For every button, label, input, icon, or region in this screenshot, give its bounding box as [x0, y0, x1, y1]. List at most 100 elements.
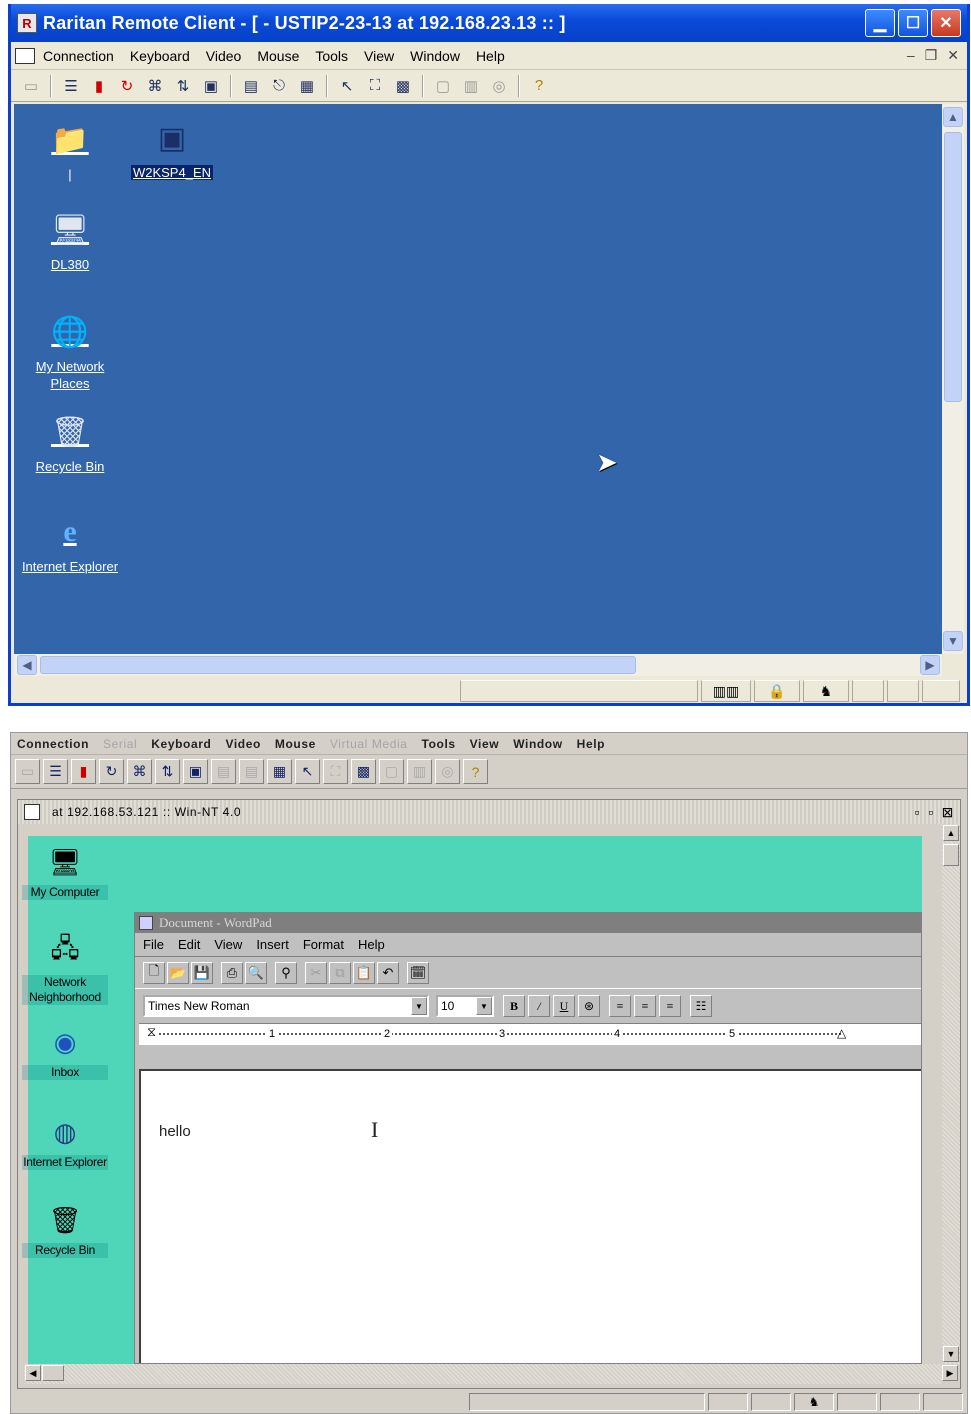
document-icon[interactable]	[15, 47, 35, 64]
sync-mouse-icon[interactable]: ⇅	[155, 759, 180, 784]
scroll-down-icon[interactable]: ▼	[943, 631, 963, 651]
desktop-icon-inbox[interactable]: ◉ Inbox	[22, 1022, 108, 1080]
layout-icon-1[interactable]: ▢	[431, 74, 455, 98]
maximize-button[interactable]: ☐	[898, 9, 928, 37]
target-title-bar[interactable]: at 192.168.53.121 :: Win-NT 4.0 ▫ ▫ ⊠	[18, 800, 960, 824]
underline-button[interactable]: U	[553, 995, 575, 1017]
horizontal-scrollbar[interactable]: ◀ ▶	[14, 654, 942, 676]
zoom-icon[interactable]: ◎	[487, 74, 511, 98]
scroll-right-icon[interactable]: ▶	[920, 655, 940, 675]
save-icon[interactable]: 💾	[191, 961, 213, 984]
chevron-down-icon[interactable]: ▼	[476, 997, 492, 1015]
desktop-icon-my-computer[interactable]: 🖥 My Computer	[22, 842, 108, 900]
maximize-icon[interactable]: ▫	[928, 804, 934, 821]
bold-button[interactable]: B	[503, 995, 525, 1017]
horizontal-scrollbar[interactable]: ◀ ▶	[24, 1364, 958, 1384]
send-ctrl-alt-del-icon[interactable]: ▣	[199, 74, 223, 98]
menu-video[interactable]: Video	[206, 48, 242, 64]
print-preview-icon[interactable]: 🔍	[245, 961, 267, 984]
vertical-scrollbar[interactable]: ▲ ▼	[942, 824, 960, 1364]
menu-video[interactable]: Video	[225, 737, 260, 751]
desktop-icon-internet-explorer[interactable]: e Internet Explorer	[20, 510, 120, 575]
document-text[interactable]: hello	[159, 1123, 191, 1140]
find-icon[interactable]: ⚲	[275, 961, 297, 984]
align-left-icon[interactable]: ≡	[609, 995, 631, 1017]
layout-icon-2[interactable]: ▥	[407, 759, 432, 784]
scroll-thumb[interactable]	[42, 1365, 64, 1381]
mdi-minimize-icon[interactable]: –	[907, 47, 915, 64]
menu-connection[interactable]: Connection	[17, 737, 89, 751]
mdi-restore-icon[interactable]: ❐	[925, 47, 938, 64]
wordpad-menu-help[interactable]: Help	[358, 937, 385, 952]
wordpad-menu-view[interactable]: View	[214, 937, 242, 952]
menu-keyboard[interactable]: Keyboard	[130, 48, 190, 64]
grid-icon[interactable]: ▦	[267, 759, 292, 784]
document-area[interactable]: hello I	[139, 1069, 921, 1363]
menu-mouse[interactable]: Mouse	[275, 737, 316, 751]
color-calibrate-icon[interactable]: ▮	[71, 759, 96, 784]
scaling-icon[interactable]: ▩	[391, 74, 415, 98]
new-document-icon[interactable]: 🗋	[143, 961, 165, 984]
remote-desktop[interactable]: 📁 | ▣ W2KSP4_EN 🖥 DL380 🌐 My Network Pla…	[14, 104, 942, 654]
desktop-icon-recycle-bin[interactable]: 🗑 Recycle Bin	[20, 410, 120, 475]
refresh-icon[interactable]: ↻	[115, 74, 139, 98]
menu-mouse[interactable]: Mouse	[257, 48, 299, 64]
single-cursor-icon[interactable]: ↖	[295, 759, 320, 784]
menu-help[interactable]: Help	[476, 48, 505, 64]
print-icon[interactable]: ⎙	[221, 961, 243, 984]
sync-mouse-icon[interactable]: ⇅	[171, 74, 195, 98]
menu-keyboard[interactable]: Keyboard	[151, 737, 211, 751]
single-cursor-icon[interactable]: ↖	[335, 74, 359, 98]
ruler[interactable]: ⧖ 1 2 3 4 5 △	[139, 1023, 921, 1045]
copy-icon[interactable]: ⧉	[329, 961, 351, 984]
help-icon[interactable]: ?	[527, 74, 551, 98]
close-icon[interactable]: ⊠	[942, 804, 954, 821]
scroll-right-icon[interactable]: ▶	[942, 1365, 958, 1381]
menu-tools[interactable]: Tools	[315, 48, 348, 64]
menu-window[interactable]: Window	[513, 737, 562, 751]
scroll-thumb[interactable]	[943, 844, 959, 866]
italic-button[interactable]: /	[528, 995, 550, 1017]
desktop-icon-recycle-bin[interactable]: 🗑 Recycle Bin	[22, 1200, 108, 1258]
menu-help[interactable]: Help	[577, 737, 605, 751]
full-screen-icon[interactable]: ⛶	[363, 74, 387, 98]
layout-icon-1[interactable]: ▢	[379, 759, 404, 784]
scroll-left-icon[interactable]: ◀	[25, 1365, 41, 1381]
vertical-scrollbar[interactable]: ▲ ▼	[942, 104, 964, 654]
properties-icon[interactable]: ☰	[59, 74, 83, 98]
scroll-left-icon[interactable]: ◀	[17, 655, 37, 675]
refresh-icon[interactable]: ↻	[99, 759, 124, 784]
scaling-icon[interactable]: ▩	[351, 759, 376, 784]
remote-desktop[interactable]: 🖥 My Computer 🖧 Network Neighborhood ◉ I…	[22, 836, 922, 1364]
menu-view[interactable]: View	[470, 737, 500, 751]
new-connection-icon[interactable]: ▭	[15, 759, 40, 784]
layout-icon-2[interactable]: ▥	[459, 74, 483, 98]
scroll-up-icon[interactable]: ▲	[943, 825, 959, 841]
keyboard-macro-icon[interactable]: ▤	[211, 759, 236, 784]
desktop-icon-dl380[interactable]: 🖥 DL380	[20, 208, 120, 273]
minimize-icon[interactable]: ▫	[915, 804, 921, 821]
auto-sense-icon[interactable]: ⌘	[127, 759, 152, 784]
scroll-up-icon[interactable]: ▲	[943, 107, 963, 127]
wordpad-title-bar[interactable]: Document - WordPad	[135, 913, 921, 933]
paste-icon[interactable]: 📋	[353, 961, 375, 984]
menu-view[interactable]: View	[364, 48, 394, 64]
title-bar[interactable]: R Raritan Remote Client - [ - USTIP2-23-…	[11, 4, 967, 42]
open-icon[interactable]: 📂	[167, 961, 189, 984]
close-button[interactable]: ✕	[931, 9, 961, 37]
esc-key-icon[interactable]: ⎋	[267, 74, 291, 98]
help-icon[interactable]: ?	[463, 759, 488, 784]
insert-datetime-icon[interactable]: 🗓	[407, 961, 429, 984]
properties-icon[interactable]: ☰	[43, 759, 68, 784]
keyboard-macro-icon[interactable]: ▤	[239, 74, 263, 98]
new-connection-icon[interactable]: ▭	[19, 74, 43, 98]
desktop-icon-folder[interactable]: 📁 |	[20, 118, 120, 183]
scroll-thumb[interactable]	[944, 132, 962, 402]
menu-window[interactable]: Window	[410, 48, 460, 64]
full-screen-icon[interactable]: ⛶	[323, 759, 348, 784]
chevron-down-icon[interactable]: ▼	[411, 997, 427, 1015]
mdi-close-icon[interactable]: ✕	[947, 47, 959, 64]
desktop-icon-w2ksp4[interactable]: ▣ W2KSP4_EN	[122, 116, 222, 181]
zoom-icon[interactable]: ◎	[435, 759, 460, 784]
esc-key-icon[interactable]: ▤	[239, 759, 264, 784]
